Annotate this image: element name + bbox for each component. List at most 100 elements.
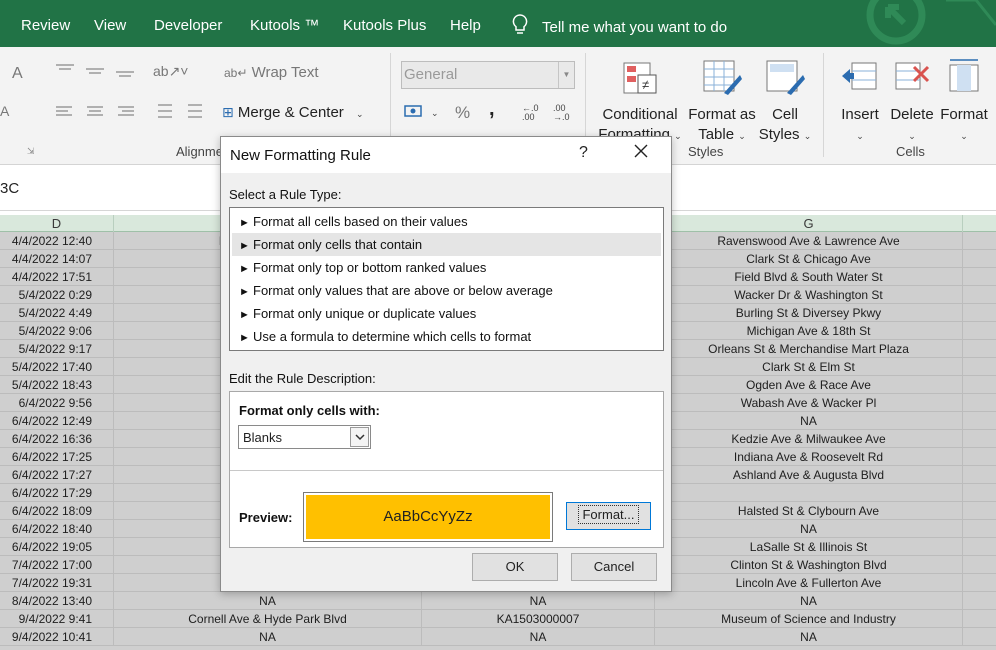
cell-date[interactable]: 5/4/2022 0:29 <box>0 286 114 304</box>
cell-date[interactable]: 6/4/2022 9:56 <box>0 394 114 412</box>
rule-type-item[interactable]: ► Format only values that are above or be… <box>232 279 661 302</box>
font-color-a[interactable]: A <box>12 65 23 83</box>
cell-date[interactable]: 6/4/2022 17:25 <box>0 448 114 466</box>
cell-end-station[interactable]: NA <box>655 628 963 646</box>
cell-end-station[interactable]: Kedzie Ave & Milwaukee Ave <box>655 430 963 448</box>
top-align-icons[interactable] <box>56 63 136 77</box>
cell-end-station[interactable]: Field Blvd & South Water St <box>655 268 963 286</box>
ok-button[interactable]: OK <box>472 553 558 581</box>
number-format-combo[interactable]: General ▼ <box>401 61 575 89</box>
cell-date[interactable]: 4/4/2022 14:07 <box>0 250 114 268</box>
cell-end-station[interactable]: Lincoln Ave & Fullerton Ave <box>655 574 963 592</box>
cell-date[interactable]: 9/4/2022 9:41 <box>0 610 114 628</box>
cell-start-station[interactable]: NA <box>114 628 422 646</box>
percent-button[interactable]: % <box>455 103 470 123</box>
cell-date[interactable]: 9/4/2022 10:41 <box>0 628 114 646</box>
orientation-icon[interactable]: ab↗˅ <box>153 63 188 80</box>
cell-date[interactable]: 6/4/2022 12:49 <box>0 412 114 430</box>
cell-date[interactable]: 6/4/2022 17:29 <box>0 484 114 502</box>
column-header-d[interactable]: D <box>0 215 114 232</box>
cell-end-station[interactable]: Michigan Ave & 18th St <box>655 322 963 340</box>
cell-end-station[interactable]: Orleans St & Merchandise Mart Plaza <box>655 340 963 358</box>
cell-end-station[interactable]: NA <box>655 592 963 610</box>
cell-date[interactable]: 6/4/2022 16:36 <box>0 430 114 448</box>
delete-button[interactable]: Delete ⌄ <box>888 55 936 146</box>
format-button[interactable]: Format... <box>566 502 651 530</box>
cell-date[interactable]: 4/4/2022 12:40 <box>0 232 114 250</box>
tab-review[interactable]: Review <box>21 17 70 34</box>
cell-end-station[interactable]: Museum of Science and Industry <box>655 610 963 628</box>
column-header-g[interactable]: G <box>655 215 963 232</box>
cell-date[interactable]: 4/4/2022 17:51 <box>0 268 114 286</box>
rule-type-item[interactable]: ► Format only unique or duplicate values <box>232 302 661 325</box>
cell-start-station[interactable]: Cornell Ave & Hyde Park Blvd <box>114 610 422 628</box>
format-as-table-button[interactable]: Format as Table ⌄ <box>686 55 758 146</box>
rule-type-item[interactable]: ► Use a formula to determine which cells … <box>232 325 661 348</box>
cell-station-id[interactable]: KA1503000007 <box>422 610 655 628</box>
cell-end-station[interactable]: Halsted St & Clybourn Ave <box>655 502 963 520</box>
cell-date[interactable]: 6/4/2022 17:27 <box>0 466 114 484</box>
cell-date[interactable]: 5/4/2022 18:43 <box>0 376 114 394</box>
cell-end-station[interactable]: LaSalle St & Illinois St <box>655 538 963 556</box>
cell-date[interactable]: 6/4/2022 18:09 <box>0 502 114 520</box>
tell-me-text: Tell me what you want to do <box>542 18 728 36</box>
cell-date[interactable]: 8/4/2022 13:40 <box>0 592 114 610</box>
cell-end-station[interactable]: Burling St & Diversey Pkwy <box>655 304 963 322</box>
indent-icons[interactable] <box>152 103 204 119</box>
tab-help[interactable]: Help <box>450 17 481 34</box>
rule-type-item[interactable]: ► Format only top or bottom ranked values <box>232 256 661 279</box>
cell-end-station[interactable]: Clark St & Chicago Ave <box>655 250 963 268</box>
cell-date[interactable]: 5/4/2022 4:49 <box>0 304 114 322</box>
table-row: 8/4/2022 13:40 NA NA NA <box>0 592 996 610</box>
cell-end-station[interactable]: NA <box>655 520 963 538</box>
cell-end-station[interactable] <box>655 484 963 502</box>
cell-date[interactable]: 6/4/2022 19:05 <box>0 538 114 556</box>
cell-date[interactable]: 5/4/2022 17:40 <box>0 358 114 376</box>
decrease-decimal-icon[interactable]: .00 →.0 <box>553 104 570 122</box>
close-button[interactable] <box>633 143 649 163</box>
increase-decimal-icon[interactable]: ←.0.00 <box>522 104 539 122</box>
cell-date[interactable]: 6/4/2022 18:40 <box>0 520 114 538</box>
delete-cells-icon <box>888 55 936 97</box>
rule-type-item[interactable]: ► Format only cells that contain <box>232 233 661 256</box>
wrap-text-button[interactable]: ab↵ Wrap Text <box>224 64 319 81</box>
cell-end-station[interactable]: Ogden Ave & Race Ave <box>655 376 963 394</box>
accounting-format-icon[interactable]: ⌄ <box>404 104 444 125</box>
rule-type-item[interactable]: ► Format all cells based on their values <box>232 210 661 233</box>
cell-end-station[interactable]: Ashland Ave & Augusta Blvd <box>655 466 963 484</box>
cell-styles-button[interactable]: Cell Styles ⌄ <box>758 55 812 146</box>
cell-station-id[interactable]: NA <box>422 628 655 646</box>
conditional-formatting-button[interactable]: ≠ Conditional Formatting ⌄ <box>597 55 683 146</box>
cell-end-station[interactable]: Ravenswood Ave & Lawrence Ave <box>655 232 963 250</box>
cell-end-station[interactable]: Clinton St & Washington Blvd <box>655 556 963 574</box>
arrow-bullet-icon: ► <box>239 286 250 298</box>
font-a-small[interactable]: A <box>0 103 9 119</box>
tab-kutools-plus[interactable]: Kutools Plus <box>343 17 426 34</box>
cell-date[interactable]: 7/4/2022 19:31 <box>0 574 114 592</box>
tab-view[interactable]: View <box>94 17 126 34</box>
merge-center-button[interactable]: ⊞ Merge & Center ⌄ <box>222 104 364 121</box>
horizontal-align-icons[interactable] <box>56 105 136 119</box>
cell-end-station[interactable]: NA <box>655 412 963 430</box>
cell-end-station[interactable]: Wacker Dr & Washington St <box>655 286 963 304</box>
name-box[interactable]: 3C <box>0 180 19 197</box>
comma-button[interactable]: , <box>489 98 495 121</box>
cell-date[interactable]: 5/4/2022 9:06 <box>0 322 114 340</box>
cell-date[interactable]: 5/4/2022 9:17 <box>0 340 114 358</box>
dialog-launcher-icon[interactable]: ⇲ <box>27 146 35 157</box>
cell-end-station[interactable]: Wabash Ave & Wacker Pl <box>655 394 963 412</box>
cell-date[interactable]: 7/4/2022 17:00 <box>0 556 114 574</box>
format-cells-button[interactable]: Format ⌄ <box>938 55 990 146</box>
cell-station-id[interactable]: NA <box>422 592 655 610</box>
tell-me-search[interactable]: Tell me what you want to do <box>512 14 727 40</box>
styles-group-label: Styles <box>688 144 724 159</box>
cell-start-station[interactable]: NA <box>114 592 422 610</box>
insert-button[interactable]: Insert ⌄ <box>837 55 883 146</box>
tab-developer[interactable]: Developer <box>154 17 222 34</box>
cell-end-station[interactable]: Clark St & Elm St <box>655 358 963 376</box>
cell-end-station[interactable]: Indiana Ave & Roosevelt Rd <box>655 448 963 466</box>
help-button[interactable]: ? <box>579 144 588 162</box>
condition-select[interactable]: Blanks <box>238 425 371 449</box>
cancel-button[interactable]: Cancel <box>571 553 657 581</box>
tab-kutools[interactable]: Kutools ™ <box>250 17 319 34</box>
